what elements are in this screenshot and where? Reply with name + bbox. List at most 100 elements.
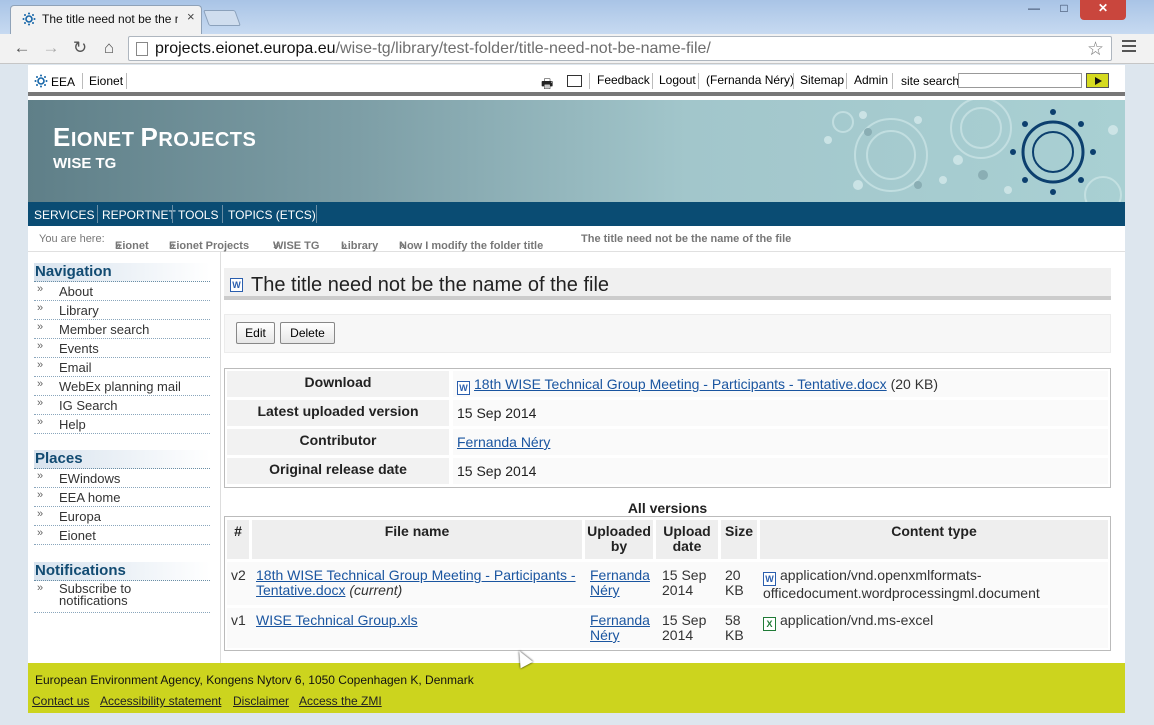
sidebar-item-eionet[interactable]: » Eionet [34,526,210,545]
sidebar-item-label: EWindows [59,471,121,486]
reload-icon[interactable]: ↻ [69,37,91,59]
sidebar-item-label: Library [59,303,99,318]
forward-arrow-icon[interactable]: → [40,37,62,59]
bullet-icon: » [37,321,44,333]
version-file-link[interactable]: WISE Technical Group.xls [256,612,418,628]
sidebar-item-eea-home[interactable]: » EEA home [34,488,210,507]
footer-link-disclaimer[interactable]: Disclaimer [233,694,289,708]
mainnav-reportnet[interactable]: REPORTNET [102,208,176,222]
page-title: The title need not be the name of the fi… [251,274,610,296]
footer-link-accessibility[interactable]: Accessibility statement [100,694,221,708]
browser-toolbar: ← → ↻ ⌂ projects.eionet.europa.eu/wise-t… [0,34,1154,64]
places-heading: Places [34,450,210,469]
sidebar-item-label: Email [59,360,92,375]
breadcrumb-label: You are here: [39,233,105,245]
print-icon[interactable]: 🖶 [541,75,553,97]
sidebar-item-europa[interactable]: » Europa [34,507,210,526]
sidebar-item-events[interactable]: » Events [34,339,210,358]
sidebar-item-about[interactable]: » About [34,282,210,301]
sidebar-item-subscribe[interactable]: » Subscribe to notifications [34,581,210,613]
divider [652,73,653,89]
sidebar-item-ig-search[interactable]: » IG Search [34,396,210,415]
site-title[interactable]: EIONET PROJECTS [53,122,256,153]
table-header: Uploaded by [585,520,653,559]
window-close-button[interactable]: ✕ [1080,0,1126,20]
breadcrumb-item-label: Eionet Projects [169,240,250,252]
browser-tab[interactable]: The title need not be the name of the fi… [10,5,202,34]
uploader-link[interactable]: Fernanda Néry [590,612,650,643]
site-title-part: E [53,122,71,152]
window-minimize-button[interactable]: — [1020,0,1048,20]
details-value: 15 Sep 2014 [453,400,1108,426]
version-content-type: application/vnd.openxmlformats-officedoc… [763,567,1040,601]
search-go-button[interactable] [1086,73,1109,88]
mainnav-services[interactable]: SERVICES [34,208,94,222]
site-search-label: site search [901,74,960,88]
banner-circles-decoration [824,100,1122,202]
delete-button[interactable]: Delete [280,322,335,344]
download-link[interactable]: 18th WISE Technical Group Meeting - Part… [474,376,887,392]
details-label: Original release date [227,458,449,484]
action-bar: Edit Delete [224,314,1111,353]
browser-menu-icon[interactable] [1122,40,1136,54]
site-subtitle: WISE TG [53,155,117,172]
site-title-part: ROJECTS [158,129,257,151]
new-tab-button[interactable] [203,10,241,26]
details-label: Download [227,371,449,397]
navigation-heading: Navigation [34,263,210,282]
bullet-icon: » [37,378,44,390]
details-row-latest: Latest uploaded version 15 Sep 2014 [227,400,1108,426]
divider [172,205,173,223]
sitemap-link[interactable]: Sitemap [800,73,844,87]
word-document-icon: W [763,572,776,586]
version-number: v2 [231,567,246,583]
sidebar-item-help[interactable]: » Help [34,415,210,434]
sidebar-item-webex[interactable]: » WebEx planning mail [34,377,210,396]
home-icon[interactable]: ⌂ [98,37,120,59]
tab-close-icon[interactable]: × [187,9,195,24]
bullet-icon: » [37,283,44,295]
eea-link-label: EEA [51,75,76,89]
sidebar-item-label: Member search [59,322,150,337]
bookmark-star-icon[interactable]: ☆ [1087,38,1104,61]
version-content-type-cell: Xapplication/vnd.ms-excel [763,613,1073,631]
url-host: projects.eionet.europa.eu [155,40,336,57]
details-row-download: Download W 18th WISE Technical Group Meet… [227,371,1108,397]
breadcrumb-separator: » [273,240,280,252]
uploader-link[interactable]: Fernanda Néry [590,567,650,598]
footer-link-zmi[interactable]: Access the ZMI [299,694,382,708]
sidebar-item-label: Help [59,417,86,432]
feedback-link[interactable]: Feedback [597,73,650,87]
sidebar-item-email[interactable]: » Email [34,358,210,377]
back-arrow-icon[interactable]: ← [11,37,33,59]
admin-link[interactable]: Admin [854,73,888,87]
word-document-icon: W [230,278,243,292]
details-value: W 18th WISE Technical Group Meeting - Par… [453,371,1108,397]
footer-link-contact[interactable]: Contact us [32,694,89,708]
eea-link[interactable]: EEA [34,74,75,89]
details-label: Latest uploaded version [227,400,449,426]
play-arrow-icon [1095,77,1102,85]
table-header: File name [252,520,582,559]
divider [126,73,127,89]
logout-link[interactable]: Logout [659,73,696,87]
contributor-link[interactable]: Fernanda Néry [457,434,550,450]
fullscreen-icon[interactable] [567,75,582,87]
url-path: /wise-tg/library/test-folder/title-need-… [335,40,711,57]
eionet-link[interactable]: Eionet [89,74,123,88]
minimize-icon: — [1028,1,1040,15]
mainnav-topics[interactable]: TOPICS (ETCS) [228,208,316,222]
mainnav-tools[interactable]: TOOLS [178,208,218,222]
version-content-type: application/vnd.ms-excel [780,612,934,628]
site-search-input[interactable] [958,73,1082,88]
sidebar-item-member-search[interactable]: » Member search [34,320,210,339]
sidebar-item-ewindows[interactable]: » EWindows [34,469,210,488]
version-file-link[interactable]: 18th WISE Technical Group Meeting - Part… [256,567,576,598]
sidebar-item-library[interactable]: » Library [34,301,210,320]
details-row-release: Original release date 15 Sep 2014 [227,458,1108,484]
window-maximize-button[interactable]: □ [1050,0,1078,20]
address-bar[interactable]: projects.eionet.europa.eu/wise-tg/librar… [128,36,1112,61]
divider [97,205,98,223]
edit-button[interactable]: Edit [236,322,275,344]
sidebar-item-label: About [59,284,93,299]
